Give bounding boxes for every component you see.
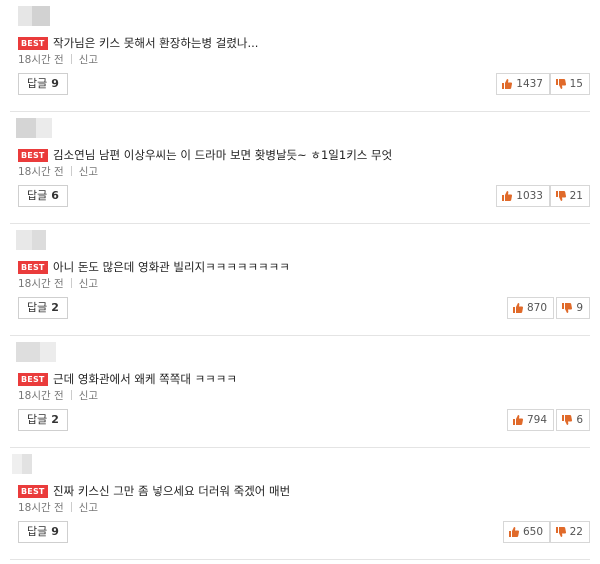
comment-meta: 18시간 전 신고 bbox=[18, 53, 98, 67]
like-count: 794 bbox=[526, 414, 547, 426]
like-count: 1437 bbox=[516, 78, 543, 90]
comment-text: 근데 영화관에서 왜케 쪽쪽대 ㅋㅋㅋㅋ bbox=[53, 372, 237, 386]
reply-button-label: 답글 bbox=[27, 525, 48, 538]
dislike-count: 22 bbox=[569, 526, 583, 538]
thumbs-down-icon bbox=[555, 527, 566, 537]
divider bbox=[70, 166, 72, 176]
divider bbox=[10, 559, 590, 560]
reply-button-label: 답글 bbox=[27, 77, 48, 90]
best-badge: BEST bbox=[18, 373, 48, 386]
reply-count: 6 bbox=[51, 189, 59, 202]
reply-button-label: 답글 bbox=[27, 413, 48, 426]
reply-button-label: 답글 bbox=[27, 301, 48, 314]
comment-item: BEST 작가님은 키스 못해서 환장하는병 걸렸나... 18시간 전 신고 답… bbox=[0, 0, 600, 112]
thumbs-down-icon bbox=[555, 79, 566, 89]
like-button[interactable]: 870 bbox=[506, 297, 554, 319]
comment-text: 아니 돈도 많은데 영화관 빌리지ㅋㅋㅋㅋㅋㅋㅋㅋ bbox=[53, 260, 290, 274]
comment-item: BEST 진짜 키스신 그만 좀 넣으세요 더러워 죽겠어 매번 18시간 전 신… bbox=[0, 448, 600, 560]
divider bbox=[70, 502, 72, 512]
like-button[interactable]: 1437 bbox=[496, 73, 550, 95]
comment-meta: 18시간 전 신고 bbox=[18, 277, 98, 291]
avatar bbox=[18, 6, 50, 26]
report-link[interactable]: 신고 bbox=[79, 502, 98, 514]
comment-text: 김소연님 남편 이상우씨는 이 드라마 보면 홧병날듯~ ㅎ1일1키스 무엇 bbox=[53, 148, 393, 162]
comment-time: 18시간 전 bbox=[18, 278, 64, 290]
comment-time: 18시간 전 bbox=[18, 166, 64, 178]
like-button[interactable]: 1033 bbox=[496, 185, 550, 207]
avatar bbox=[16, 230, 46, 250]
report-link[interactable]: 신고 bbox=[79, 166, 98, 178]
reply-count: 9 bbox=[51, 77, 59, 90]
report-link[interactable]: 신고 bbox=[79, 278, 98, 290]
avatar bbox=[16, 118, 52, 138]
dislike-count: 21 bbox=[569, 190, 583, 202]
divider bbox=[70, 278, 72, 288]
thumbs-up-icon bbox=[502, 191, 513, 201]
best-badge: BEST bbox=[18, 37, 48, 50]
avatar bbox=[16, 342, 56, 362]
comment-text: 작가님은 키스 못해서 환장하는병 걸렸나... bbox=[53, 36, 259, 50]
comment-text: 진짜 키스신 그만 좀 넣으세요 더러워 죽겠어 매번 bbox=[53, 484, 291, 498]
comment-meta: 18시간 전 신고 bbox=[18, 501, 98, 515]
comment-meta: 18시간 전 신고 bbox=[18, 165, 98, 179]
reply-button[interactable]: 답글 2 bbox=[18, 297, 68, 319]
like-count: 650 bbox=[522, 526, 543, 538]
reply-button[interactable]: 답글 9 bbox=[18, 521, 68, 543]
thumbs-down-icon bbox=[555, 191, 566, 201]
reply-count: 2 bbox=[51, 301, 59, 314]
divider bbox=[70, 54, 72, 64]
comment-item: BEST 김소연님 남편 이상우씨는 이 드라마 보면 홧병날듯~ ㅎ1일1키스… bbox=[0, 112, 600, 224]
like-button[interactable]: 650 bbox=[502, 521, 550, 543]
reply-count: 2 bbox=[51, 413, 59, 426]
dislike-button[interactable]: 15 bbox=[549, 73, 590, 95]
thumbs-up-icon bbox=[512, 303, 523, 313]
thumbs-up-icon bbox=[502, 79, 513, 89]
report-link[interactable]: 신고 bbox=[79, 54, 98, 66]
reply-button-label: 답글 bbox=[27, 189, 48, 202]
dislike-button[interactable]: 6 bbox=[556, 409, 590, 431]
dislike-button[interactable]: 22 bbox=[549, 521, 590, 543]
thumbs-down-icon bbox=[562, 303, 573, 313]
like-button[interactable]: 794 bbox=[506, 409, 554, 431]
divider bbox=[70, 390, 72, 400]
dislike-count: 6 bbox=[576, 414, 583, 426]
comment-item: BEST 근데 영화관에서 왜케 쪽쪽대 ㅋㅋㅋㅋ 18시간 전 신고 답글 2 7… bbox=[0, 336, 600, 448]
thumbs-down-icon bbox=[562, 415, 573, 425]
dislike-button[interactable]: 21 bbox=[549, 185, 590, 207]
comment-time: 18시간 전 bbox=[18, 502, 64, 514]
report-link[interactable]: 신고 bbox=[79, 390, 98, 402]
like-count: 1033 bbox=[516, 190, 543, 202]
best-badge: BEST bbox=[18, 149, 48, 162]
avatar bbox=[12, 454, 32, 474]
reply-button[interactable]: 답글 9 bbox=[18, 73, 68, 95]
reply-button[interactable]: 답글 6 bbox=[18, 185, 68, 207]
comment-item: BEST 아니 돈도 많은데 영화관 빌리지ㅋㅋㅋㅋㅋㅋㅋㅋ 18시간 전 신고 … bbox=[0, 224, 600, 336]
comment-time: 18시간 전 bbox=[18, 390, 64, 402]
dislike-button[interactable]: 9 bbox=[556, 297, 590, 319]
best-badge: BEST bbox=[18, 261, 48, 274]
dislike-count: 9 bbox=[576, 302, 583, 314]
like-count: 870 bbox=[526, 302, 547, 314]
dislike-count: 15 bbox=[569, 78, 583, 90]
comment-time: 18시간 전 bbox=[18, 54, 64, 66]
reply-count: 9 bbox=[51, 525, 59, 538]
thumbs-up-icon bbox=[512, 415, 523, 425]
best-badge: BEST bbox=[18, 485, 48, 498]
comment-meta: 18시간 전 신고 bbox=[18, 389, 98, 403]
reply-button[interactable]: 답글 2 bbox=[18, 409, 68, 431]
thumbs-up-icon bbox=[508, 527, 519, 537]
